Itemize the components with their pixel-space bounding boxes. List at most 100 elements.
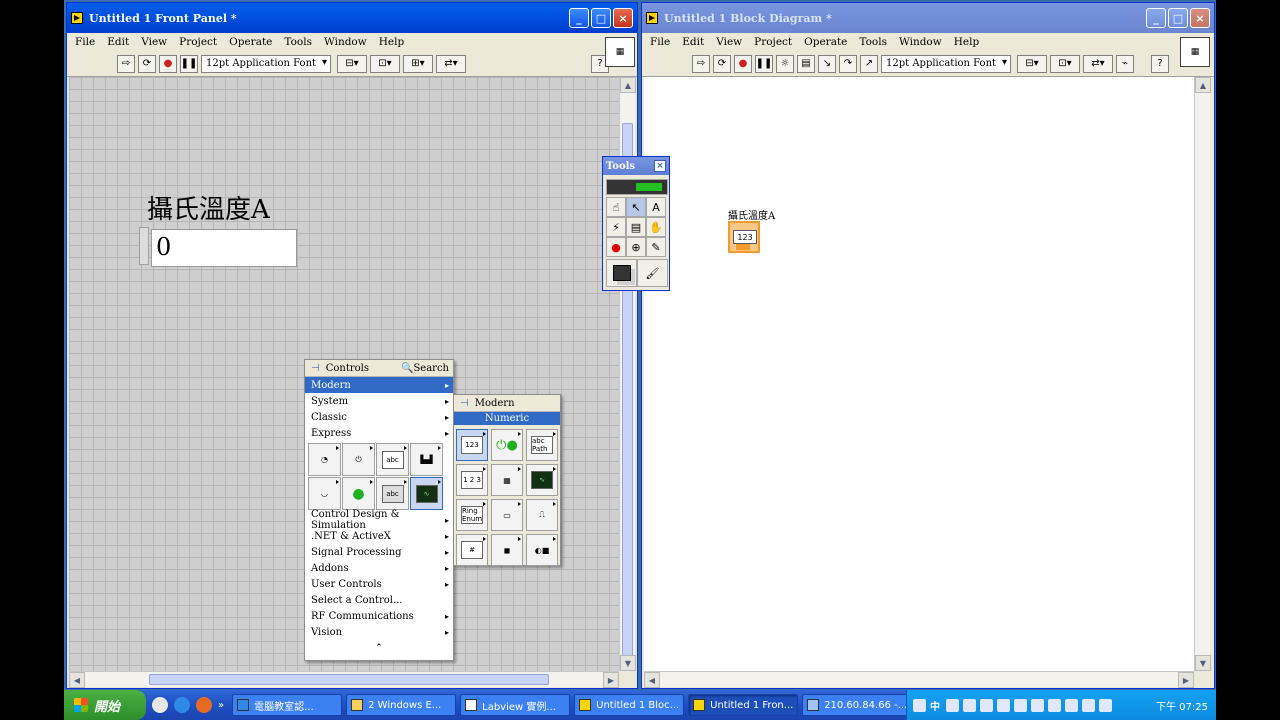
pause-icon[interactable]: ❚❚	[755, 54, 773, 73]
menu-operate[interactable]: Operate	[229, 36, 272, 48]
refnum-icon[interactable]: #	[456, 534, 488, 566]
user-controls-icon[interactable]: ▙▟	[410, 443, 443, 476]
scroll-left-icon[interactable]: ◀	[69, 672, 85, 688]
scroll-window-icon[interactable]: ✋	[646, 217, 666, 237]
close-button[interactable]: ×	[613, 8, 633, 28]
run-arrow-icon[interactable]: ⇨	[117, 54, 135, 73]
retain-wire-values-icon[interactable]: ▤	[797, 54, 815, 73]
taskbar-item[interactable]: Untitled 1 Bloc...	[574, 694, 685, 716]
vi-connector-icon[interactable]: ▦	[605, 37, 635, 67]
abort-icon[interactable]: ●	[734, 54, 752, 73]
palette-item-dotnet-activex[interactable]: .NET & ActiveX	[305, 528, 453, 544]
menu-help[interactable]: Help	[954, 36, 979, 48]
palette-item-modern[interactable]: Modern	[305, 377, 453, 393]
object-shortcut-menu-icon[interactable]: ▤	[626, 217, 646, 237]
menu-tools[interactable]: Tools	[284, 36, 312, 48]
edit-text-icon[interactable]: A	[646, 197, 666, 217]
menu-file[interactable]: File	[75, 36, 95, 48]
set-color-icon[interactable]	[606, 259, 637, 287]
probe-data-icon[interactable]: ⊕	[626, 237, 646, 257]
scroll-left-icon[interactable]: ◀	[644, 672, 660, 688]
string-path-icon[interactable]: abc Path	[526, 429, 558, 461]
minimize-button[interactable]: _	[569, 8, 589, 28]
numeric-indicators-icon[interactable]: ◡	[308, 477, 341, 510]
palette-item-addons[interactable]: Addons	[305, 560, 453, 576]
numeric-controls-icon[interactable]: ◔	[308, 443, 341, 476]
firefox-icon[interactable]	[196, 697, 212, 713]
connect-wire-icon[interactable]: ⚡	[606, 217, 626, 237]
clean-up-diagram-icon[interactable]: ⌁	[1116, 54, 1134, 73]
tray-icon[interactable]	[1014, 698, 1027, 712]
palette-item-classic[interactable]: Classic	[305, 409, 453, 425]
menu-view[interactable]: View	[141, 36, 167, 48]
reorder-icon[interactable]: ⇄▾	[436, 54, 466, 73]
variant-class-icon[interactable]: ◼	[491, 534, 523, 566]
palette-item-control-design[interactable]: Control Design & Simulation	[305, 509, 453, 531]
network-icon[interactable]	[1065, 698, 1078, 712]
resize-objects-icon[interactable]: ⊞▾	[403, 54, 433, 73]
menu-window[interactable]: Window	[899, 36, 942, 48]
menu-file[interactable]: File	[650, 36, 670, 48]
graph-icon[interactable]: ∿	[526, 464, 558, 496]
palette-item-user-controls[interactable]: User Controls	[305, 576, 453, 592]
scroll-down-icon[interactable]: ▼	[1195, 655, 1211, 671]
font-selector[interactable]: 12pt Application Font	[881, 54, 1011, 73]
scroll-right-icon[interactable]: ▶	[603, 672, 619, 688]
vertical-scrollbar[interactable]: ▲ ▼	[1194, 77, 1211, 671]
menu-view[interactable]: View	[716, 36, 742, 48]
io-icon[interactable]: ⎍	[526, 499, 558, 531]
menu-project[interactable]: Project	[179, 36, 217, 48]
context-help-icon[interactable]: ?	[1151, 54, 1169, 73]
tray-icon[interactable]	[1048, 698, 1061, 712]
taskbar-item[interactable]: 電腦教室認...	[232, 694, 343, 716]
paintbrush-icon[interactable]: 🖌	[637, 259, 668, 287]
scroll-thumb[interactable]	[149, 674, 549, 685]
close-button[interactable]: ×	[1190, 8, 1210, 28]
subpalette-category-numeric[interactable]: Numeric	[454, 412, 560, 425]
list-table-tree-icon[interactable]: ▦	[491, 464, 523, 496]
decorations-icon[interactable]: ◐■	[526, 534, 558, 566]
position-size-select-icon[interactable]: ↖	[626, 197, 646, 217]
quick-launch-icon[interactable]	[152, 697, 168, 713]
text-controls-icon[interactable]: abc	[376, 443, 409, 476]
menu-project[interactable]: Project	[754, 36, 792, 48]
taskbar-item[interactable]: 210.60.84.66 -...	[802, 694, 913, 716]
font-selector[interactable]: 12pt Application Font	[201, 54, 331, 73]
block-diagram-titlebar[interactable]: Untitled 1 Block Diagram * _ □ ×	[642, 3, 1214, 33]
terminal-label[interactable]: 攝氏溫度A	[728, 207, 775, 222]
array-matrix-cluster-icon[interactable]: 1 2 3	[456, 464, 488, 496]
run-continuously-icon[interactable]: ⟳	[138, 54, 156, 73]
align-objects-icon[interactable]: ⊟▾	[1017, 54, 1047, 73]
horizontal-scrollbar[interactable]: ◀ ▶	[644, 671, 1194, 688]
palette-item-vision[interactable]: Vision	[305, 624, 453, 640]
scroll-up-icon[interactable]: ▲	[1195, 77, 1211, 93]
control-label[interactable]: 攝氏溫度A	[147, 189, 270, 226]
palette-item-signal-processing[interactable]: Signal Processing	[305, 544, 453, 560]
modern-subpalette-header[interactable]: ⊣ Modern	[454, 395, 560, 412]
volume-icon[interactable]	[1082, 698, 1095, 712]
maximize-button[interactable]: □	[1168, 8, 1188, 28]
menu-operate[interactable]: Operate	[804, 36, 847, 48]
ime-indicator[interactable]: 中	[930, 698, 940, 713]
tray-icon[interactable]	[997, 698, 1010, 712]
scroll-right-icon[interactable]: ▶	[1178, 672, 1194, 688]
breakpoint-icon[interactable]: ●	[606, 237, 626, 257]
reorder-icon[interactable]: ⇄▾	[1083, 54, 1113, 73]
distribute-objects-icon[interactable]: ⊡▾	[1050, 54, 1080, 73]
tools-palette-titlebar[interactable]: Tools ×	[603, 157, 669, 175]
tray-icon[interactable]	[963, 698, 976, 712]
menu-tools[interactable]: Tools	[859, 36, 887, 48]
pin-icon[interactable]: ⊣	[460, 398, 469, 409]
help-icon[interactable]	[913, 698, 926, 712]
automatic-tool-selection-icon[interactable]	[606, 179, 668, 195]
distribute-objects-icon[interactable]: ⊡▾	[370, 54, 400, 73]
browser-icon[interactable]	[174, 697, 190, 713]
menu-window[interactable]: Window	[324, 36, 367, 48]
run-arrow-icon[interactable]: ⇨	[692, 54, 710, 73]
text-indicators-icon[interactable]: abc	[376, 477, 409, 510]
collapse-palette-icon[interactable]: ⌃	[305, 640, 453, 656]
front-panel-titlebar[interactable]: Untitled 1 Front Panel * _ □ ×	[67, 3, 637, 33]
ring-enum-icon[interactable]: Ring Enum	[456, 499, 488, 531]
highlight-execution-icon[interactable]: ☼	[776, 54, 794, 73]
taskbar-item-active[interactable]: Untitled 1 Fron...	[688, 694, 799, 716]
